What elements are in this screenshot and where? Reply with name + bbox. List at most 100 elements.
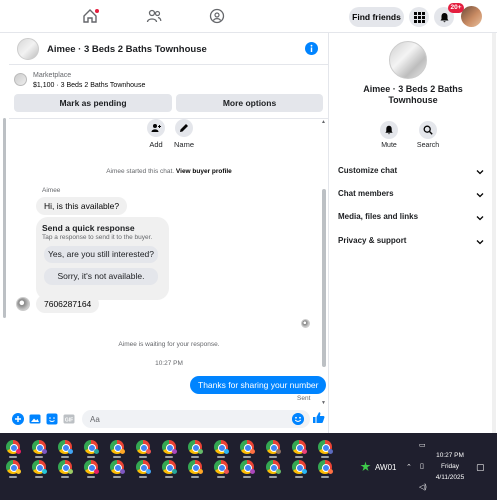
running-indicator [139, 456, 147, 458]
clock-date: 4/11/2025 [435, 474, 465, 481]
running-indicator [113, 476, 121, 478]
photo-icon[interactable] [29, 413, 41, 425]
outgoing-message: Thanks for sharing your number [190, 376, 327, 394]
running-indicator [295, 456, 303, 458]
message-input[interactable]: Aa [82, 410, 310, 428]
profile-badge-icon [16, 449, 21, 454]
weather-icon[interactable] [360, 461, 371, 472]
scroll-up-arrow-icon[interactable]: ▲ [321, 119, 326, 125]
profile-badge-icon [224, 469, 229, 474]
privacy-support-label: Privacy & support [338, 236, 407, 245]
quick-reply-interested[interactable]: Yes, are you still interested? [44, 246, 158, 263]
media-files-links-row[interactable]: Media, files and links [338, 212, 484, 226]
running-indicator [61, 476, 69, 478]
plus-icon[interactable] [12, 413, 24, 425]
weather-label[interactable]: AW01 [375, 463, 397, 472]
chevron-up-icon[interactable]: ⌃ [406, 463, 412, 471]
running-indicator [243, 476, 251, 478]
running-indicator [321, 456, 329, 458]
more-options-button[interactable]: More options [176, 94, 323, 112]
media-files-links-label: Media, files and links [338, 212, 419, 221]
find-friends-button[interactable]: Find friends [349, 7, 404, 27]
chat-started-text: Aimee started this chat. [106, 168, 175, 175]
running-indicator [61, 456, 69, 458]
profile-badge-icon [276, 449, 281, 454]
running-indicator [217, 456, 225, 458]
running-indicator [87, 476, 95, 478]
chevron-down-icon [476, 240, 484, 245]
notification-center-icon[interactable]: ▢ [476, 462, 485, 473]
running-indicator [191, 476, 199, 478]
emoji-icon[interactable] [292, 413, 304, 425]
grid-menu-icon [413, 11, 425, 23]
running-indicator [217, 476, 225, 478]
chevron-down-icon [476, 170, 484, 175]
quick-response-title: Send a quick response [42, 223, 135, 233]
running-indicator [269, 476, 277, 478]
profile-badge-icon [302, 449, 307, 454]
chevron-down-icon [476, 216, 484, 221]
groups-icon[interactable] [209, 8, 225, 24]
windows-taskbar: AW01 ⌃ ▭ ▯ ◁) 10:27 PM Friday 4/11/2025 … [0, 433, 497, 500]
chevron-down-icon [476, 193, 484, 198]
name-chat-action[interactable]: Name [164, 119, 204, 149]
sender-avatar [16, 297, 30, 311]
chat-members-row[interactable]: Chat members [338, 189, 484, 203]
view-buyer-profile-link[interactable]: View buyer profile [176, 168, 232, 175]
profile-badge-icon [68, 449, 73, 454]
sent-status: Sent [297, 395, 311, 402]
panel-scrollbar[interactable] [492, 33, 496, 433]
friends-icon[interactable] [146, 8, 162, 24]
privacy-support-row[interactable]: Privacy & support [338, 236, 484, 250]
running-indicator [35, 456, 43, 458]
message-composer: GIF Aa [9, 406, 329, 433]
gif-icon[interactable]: GIF [63, 413, 75, 425]
listing-title[interactable]: $1,100 · 3 Beds 2 Baths Townhouse [33, 82, 145, 89]
thumbs-up-icon[interactable] [312, 411, 325, 424]
sender-name: Aimee [42, 187, 61, 194]
mute-action[interactable]: Mute [373, 121, 405, 149]
chat-header: Aimee · 3 Beds 2 Baths Townhouse [9, 33, 329, 65]
running-indicator [35, 476, 43, 478]
search-action[interactable]: Search [412, 121, 444, 149]
menu-button[interactable] [409, 7, 429, 27]
speaker-icon[interactable]: ◁) [419, 483, 427, 491]
message-input-placeholder: Aa [90, 415, 100, 424]
page-scrollbar[interactable] [3, 118, 6, 318]
marketplace-card: Marketplace $1,100 · 3 Beds 2 Baths Town… [9, 66, 329, 118]
mute-label: Mute [381, 142, 397, 149]
sticker-icon[interactable] [46, 413, 58, 425]
info-icon[interactable] [305, 42, 318, 55]
bell-icon [385, 125, 393, 135]
running-indicator [9, 476, 17, 478]
clock-day: Friday [440, 463, 460, 470]
profile-badge-icon [198, 469, 203, 474]
running-indicator [113, 456, 121, 458]
profile-badge-icon [120, 469, 125, 474]
customize-chat-row[interactable]: Customize chat [338, 166, 484, 180]
chat-started-note: Aimee started this chat. View buyer prof… [9, 168, 329, 175]
mark-as-pending-button[interactable]: Mark as pending [14, 94, 172, 112]
monitor-icon[interactable]: ▭ [419, 441, 426, 449]
running-indicator [87, 456, 95, 458]
system-clock[interactable]: 10:27 PM Friday 4/11/2025 [430, 450, 470, 483]
name-label: Name [173, 140, 194, 149]
listing-thumbnail[interactable] [14, 73, 27, 86]
message-scrollbar[interactable] [322, 189, 326, 367]
message-timestamp: 10:27 PM [155, 360, 183, 367]
waiting-note: Aimee is waiting for your response. [118, 341, 220, 348]
conversation-details-panel: Aimee · 3 Beds 2 Baths Townhouse Mute Se… [330, 33, 497, 433]
profile-badge-icon [328, 449, 333, 454]
read-receipt-avatar [301, 319, 310, 328]
pencil-icon [180, 124, 188, 132]
network-icon[interactable]: ▯ [420, 462, 424, 470]
running-indicator [269, 456, 277, 458]
running-indicator [165, 456, 173, 458]
chat-title[interactable]: Aimee · 3 Beds 2 Baths Townhouse [47, 44, 207, 55]
profile-avatar[interactable] [461, 6, 482, 27]
chat-avatar[interactable] [17, 38, 39, 60]
conversation-avatar[interactable] [389, 41, 427, 79]
quick-reply-not-available[interactable]: Sorry, it's not available. [44, 268, 158, 285]
incoming-message-phone: 7606287164 [36, 295, 100, 313]
profile-badge-icon [302, 469, 307, 474]
